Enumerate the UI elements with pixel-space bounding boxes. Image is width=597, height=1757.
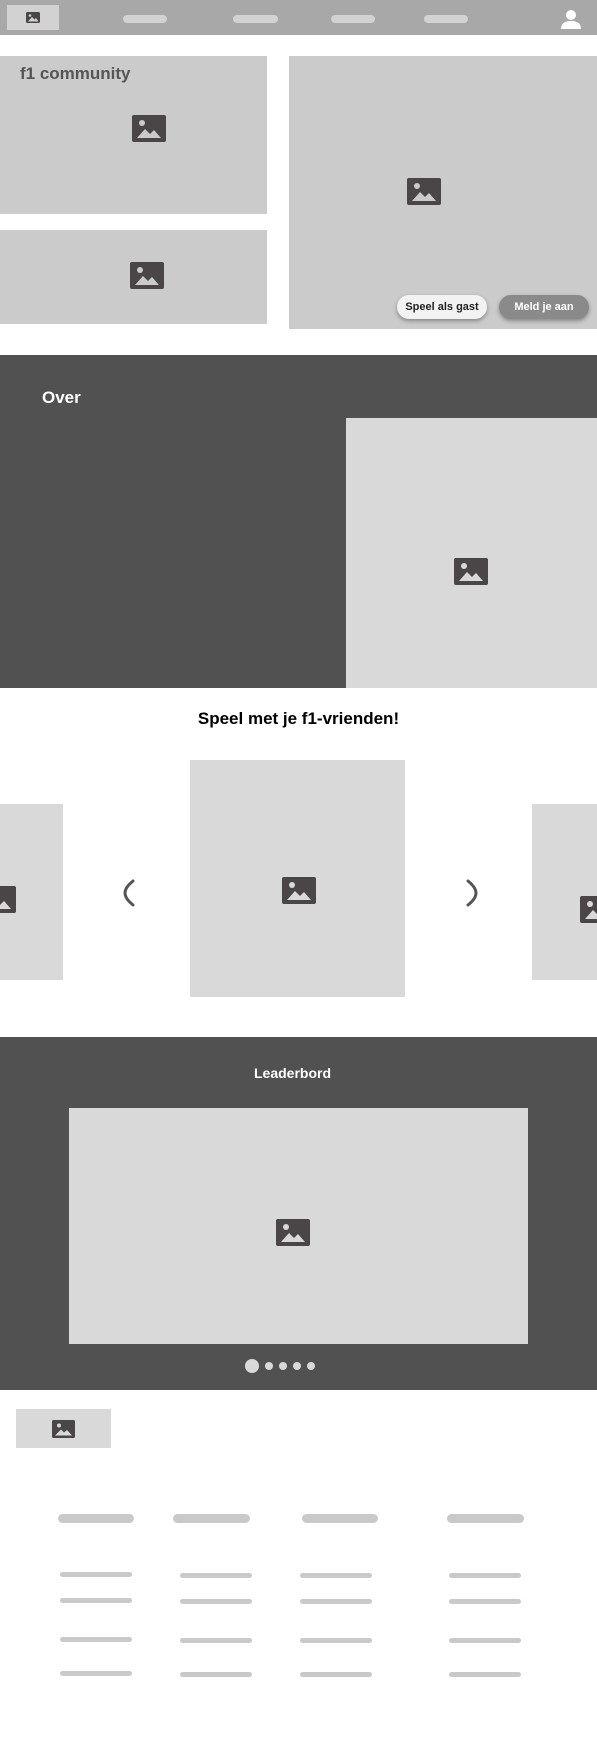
footer-link[interactable]: [300, 1672, 372, 1677]
nav-link-4[interactable]: [424, 15, 468, 23]
image-placeholder-icon: [132, 115, 166, 142]
image-placeholder-icon: [407, 178, 441, 205]
image-placeholder-icon: [52, 1420, 75, 1438]
chevron-right-icon: [466, 879, 478, 907]
image-placeholder-icon: [282, 877, 316, 904]
footer-link[interactable]: [449, 1573, 521, 1578]
chevron-left-icon: [123, 879, 135, 907]
slide-dot-2[interactable]: [265, 1362, 273, 1370]
footer-logo[interactable]: [16, 1409, 111, 1448]
slide-dot-4[interactable]: [293, 1362, 301, 1370]
image-placeholder-icon: [0, 886, 16, 913]
image-placeholder-icon: [26, 12, 40, 23]
footer-link[interactable]: [180, 1573, 252, 1578]
carousel-card-prev[interactable]: [0, 804, 63, 980]
friends-section-title: Speel met je f1-vrienden!: [197, 709, 400, 728]
footer-link[interactable]: [449, 1599, 521, 1604]
carousel-next-button[interactable]: [465, 879, 481, 912]
footer-link[interactable]: [300, 1599, 372, 1604]
footer-link[interactable]: [60, 1671, 132, 1676]
footer-link[interactable]: [180, 1672, 252, 1677]
footer-column-heading-4: [447, 1514, 524, 1523]
nav-link-2[interactable]: [233, 15, 278, 23]
slide-dot-1[interactable]: [245, 1359, 259, 1373]
logo-button[interactable]: [7, 5, 59, 30]
footer-link[interactable]: [60, 1598, 132, 1603]
footer-link[interactable]: [449, 1638, 521, 1643]
leaderboard-slide: [69, 1108, 528, 1344]
leaderboard-title: Leaderbord: [253, 1065, 331, 1081]
about-image: [346, 418, 597, 688]
image-placeholder-icon: [454, 558, 488, 585]
carousel-prev-button[interactable]: [120, 879, 136, 912]
community-title: f1 community: [20, 64, 131, 83]
top-navigation-bar: [0, 0, 597, 35]
footer-link[interactable]: [300, 1638, 372, 1643]
slide-dot-3[interactable]: [279, 1362, 287, 1370]
about-title: Over: [42, 388, 81, 407]
image-placeholder-icon: [130, 262, 164, 289]
footer-link[interactable]: [300, 1573, 372, 1578]
account-button[interactable]: [559, 9, 583, 30]
footer-link[interactable]: [449, 1672, 521, 1677]
carousel-card-active[interactable]: [190, 760, 405, 997]
carousel-card-next[interactable]: [532, 804, 597, 980]
footer-column-heading-3: [302, 1514, 378, 1523]
footer-link[interactable]: [60, 1637, 132, 1642]
nav-link-3[interactable]: [331, 15, 375, 23]
footer-column-heading-2: [173, 1514, 250, 1523]
hero-image-main: [289, 56, 597, 329]
footer-link[interactable]: [180, 1638, 252, 1643]
slide-dot-5[interactable]: [307, 1362, 315, 1370]
play-as-guest-button[interactable]: Speel als gast: [397, 295, 487, 319]
footer-link[interactable]: [60, 1572, 132, 1577]
image-placeholder-icon: [580, 896, 597, 923]
nav-link-1[interactable]: [123, 15, 167, 23]
footer-link[interactable]: [180, 1599, 252, 1604]
footer-column-heading-1: [58, 1514, 134, 1523]
image-placeholder-icon: [276, 1219, 310, 1246]
hero-image-secondary: [0, 230, 267, 324]
user-icon: [561, 10, 581, 29]
sign-in-button[interactable]: Meld je aan: [499, 295, 589, 319]
